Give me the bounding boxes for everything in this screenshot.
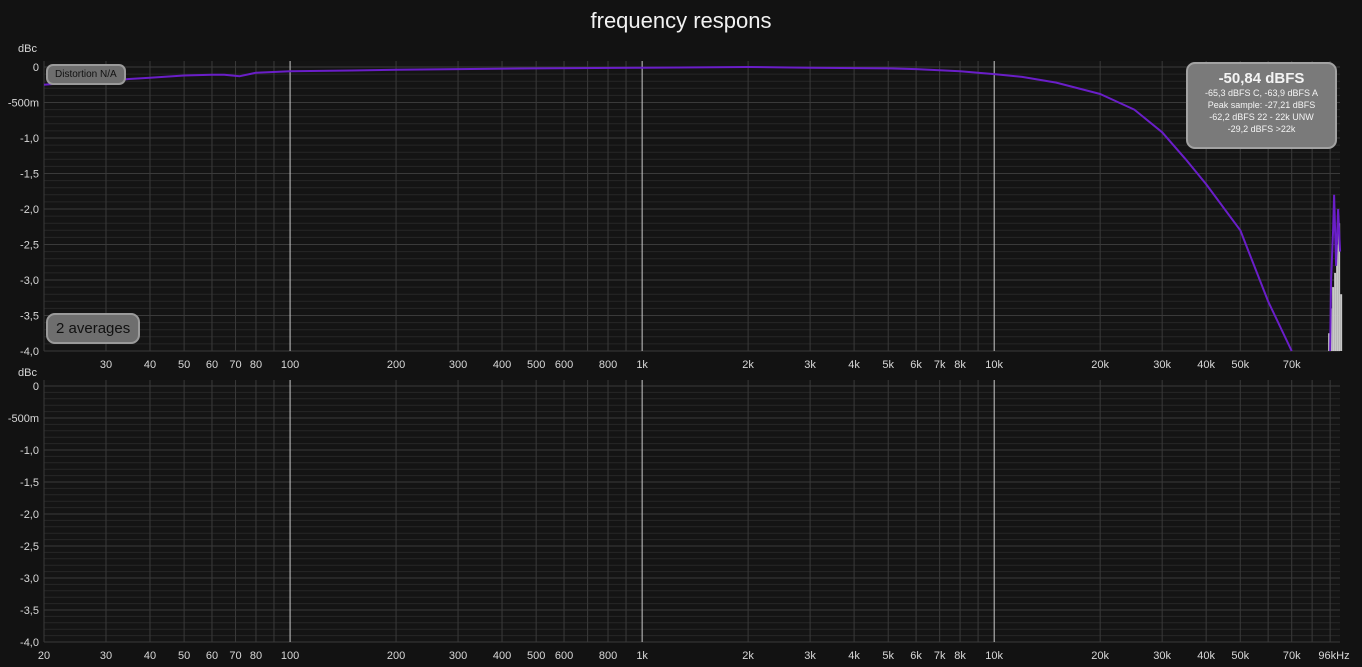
bottom-xtick-label: 4k [848, 650, 860, 662]
top-xtick-label: 1k [636, 359, 648, 371]
top-xtick-label: 20k [1091, 359, 1109, 371]
top-xtick-label: 500 [527, 359, 545, 371]
top-plot[interactable]: 0 -500m -1,0 -1,5 -2,0 -2,5 -3,0 -3,5 -4,0 30 40 50… [8, 43, 1343, 371]
top-ytick-label: -500m [8, 98, 39, 110]
top-xtick-label: 8k [954, 359, 966, 371]
spectrum-bar [1334, 272, 1337, 351]
bottom-ytick-label: -1,0 [20, 445, 39, 457]
level-line-peak: Peak sample: -27,21 dBFS [1207, 100, 1316, 110]
top-xtick-label: 100 [281, 359, 299, 371]
bottom-xtick-label: 40k [1197, 650, 1215, 662]
bottom-xtick-label: 3k [804, 650, 816, 662]
top-ytick-label: 0 [33, 62, 39, 74]
top-ytick-label: -4,0 [20, 346, 39, 358]
top-xtick-label: 2k [742, 359, 754, 371]
top-plot-background [44, 61, 1340, 351]
top-ytick-label: -1,0 [20, 133, 39, 145]
distortion-badge[interactable]: Distortion N/A [46, 64, 126, 85]
top-xtick-label: 10k [985, 359, 1003, 371]
top-ytick-label: -3,5 [20, 311, 39, 323]
level-main-value: -50,84 dBFS [1218, 70, 1305, 87]
bottom-ytick-label: -4,0 [20, 637, 39, 649]
bottom-xtick-label: 5k [882, 650, 894, 662]
top-xtick-label: 3k [804, 359, 816, 371]
level-line-ultrasonic: -29,2 dBFS >22k [1227, 124, 1296, 134]
bottom-ytick-label: -1,5 [20, 477, 39, 489]
bottom-xtick-label: 70k [1283, 650, 1301, 662]
bottom-ytick-label: -2,5 [20, 541, 39, 553]
top-xtick-label: 4k [848, 359, 860, 371]
bottom-xtick-label: 300 [449, 650, 467, 662]
top-xtick-label: 40 [144, 359, 156, 371]
top-xtick-label: 30 [100, 359, 112, 371]
bottom-xtick-label: 10k [985, 650, 1003, 662]
bottom-ylabel: dBc [18, 367, 37, 379]
bottom-ytick-label: -2,0 [20, 509, 39, 521]
top-xtick-label: 600 [555, 359, 573, 371]
bottom-xtick-label: 20 [38, 650, 50, 662]
level-line-unweighted: -62,2 dBFS 22 - 22k UNW [1209, 112, 1314, 122]
level-readout-panel[interactable]: -50,84 dBFS -65,3 dBFS C, -63,9 dBFS A P… [1186, 62, 1337, 149]
top-xtick-label: 80 [250, 359, 262, 371]
bottom-xtick-label: 600 [555, 650, 573, 662]
top-xtick-label: 70k [1283, 359, 1301, 371]
top-xtick-label: 50k [1231, 359, 1249, 371]
top-xtick-label: 5k [882, 359, 894, 371]
top-xtick-label: 300 [449, 359, 467, 371]
bottom-ytick-label: 0 [33, 381, 39, 393]
top-xtick-label: 400 [493, 359, 511, 371]
bottom-xtick-label: 200 [387, 650, 405, 662]
bottom-xtick-label: 8k [954, 650, 966, 662]
bottom-xtick-label: 30 [100, 650, 112, 662]
top-ytick-label: -2,0 [20, 204, 39, 216]
bottom-xtick-label: 7k [934, 650, 946, 662]
bottom-xtick-label: 100 [281, 650, 299, 662]
bottom-xtick-label: 50k [1231, 650, 1249, 662]
bottom-ytick-label: -500m [8, 413, 39, 425]
averages-badge[interactable]: 2 averages [46, 313, 141, 344]
bottom-xtick-label: 20k [1091, 650, 1109, 662]
bottom-xtick-label: 80 [250, 650, 262, 662]
bottom-xtick-label: 500 [527, 650, 545, 662]
top-xtick-label: 800 [599, 359, 617, 371]
chart-svg: 0 -500m -1,0 -1,5 -2,0 -2,5 -3,0 -3,5 -4,0 30 40 50… [8, 43, 1350, 662]
bottom-xtick-label: 2k [742, 650, 754, 662]
top-xtick-label: 40k [1197, 359, 1215, 371]
spectrum-bar [1340, 294, 1343, 351]
top-ytick-label: -1,5 [20, 169, 39, 181]
bottom-xtick-label: 400 [493, 650, 511, 662]
level-line-weighted: -65,3 dBFS C, -63,9 dBFS A [1204, 88, 1319, 98]
top-xtick-label: 50 [178, 359, 190, 371]
bottom-ytick-label: -3,0 [20, 573, 39, 585]
bottom-xtick-label: 60 [206, 650, 218, 662]
bottom-xtick-label: 800 [599, 650, 617, 662]
top-xtick-label: 200 [387, 359, 405, 371]
top-ylabel: dBc [18, 43, 37, 55]
top-xtick-label: 70 [229, 359, 241, 371]
bottom-plot[interactable]: 0 -500m -1,0 -1,5 -2,0 -2,5 -3,0 -3,5 -4,020 30 40… [8, 367, 1350, 662]
bottom-xtick-label: 1k [636, 650, 648, 662]
bottom-xtick-label: 30k [1153, 650, 1171, 662]
bottom-xtick-label: 96kHz [1318, 650, 1349, 662]
bottom-ytick-label: -3,5 [20, 605, 39, 617]
spectrum-bar [1332, 287, 1335, 351]
top-ytick-label: -2,5 [20, 240, 39, 252]
bottom-xtick-label: 40 [144, 650, 156, 662]
top-ytick-label: -3,0 [20, 275, 39, 287]
top-xtick-label: 30k [1153, 359, 1171, 371]
bottom-xtick-label: 50 [178, 650, 190, 662]
bottom-xtick-label: 6k [910, 650, 922, 662]
bottom-plot-background [44, 380, 1340, 642]
top-xtick-label: 7k [934, 359, 946, 371]
top-xtick-label: 6k [910, 359, 922, 371]
bottom-xtick-label: 70 [229, 650, 241, 662]
top-xtick-label: 60 [206, 359, 218, 371]
